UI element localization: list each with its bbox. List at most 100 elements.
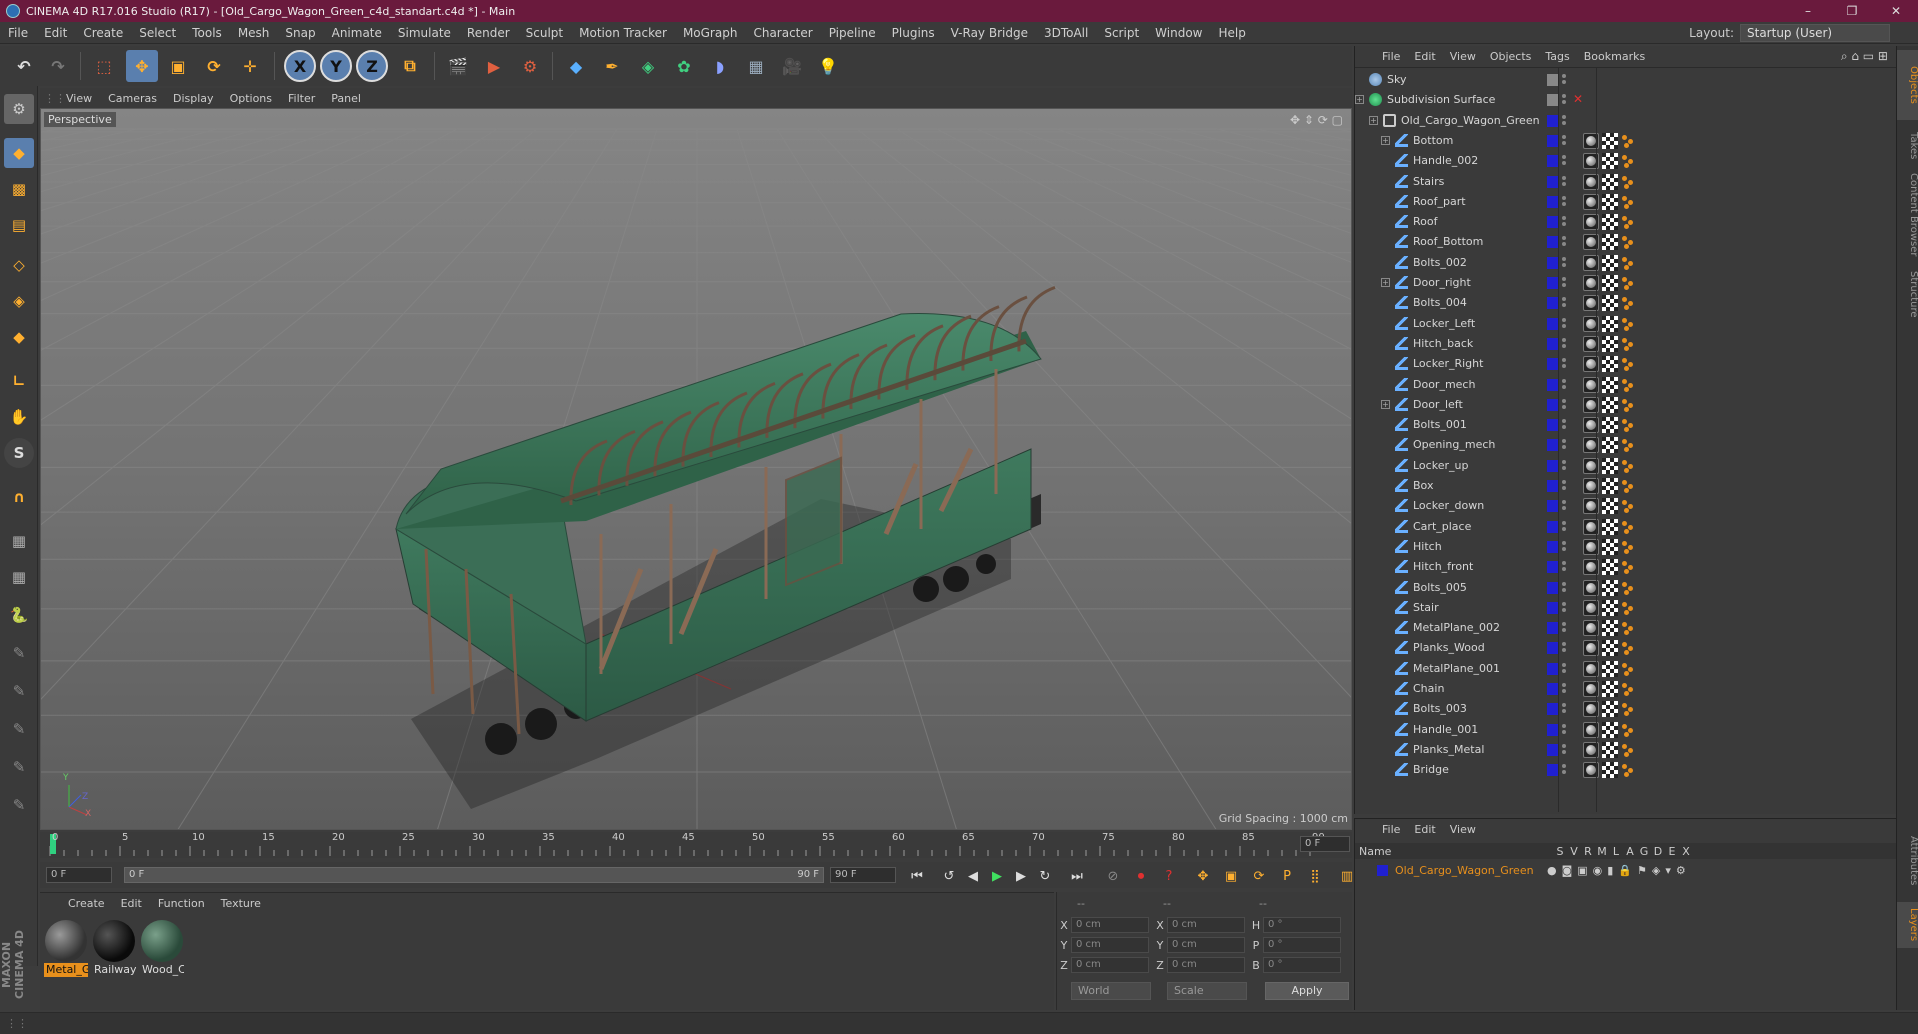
menu-snap[interactable]: Snap [277,26,323,40]
object-menu-edit[interactable]: Edit [1407,50,1442,63]
visibility-dots-icon[interactable] [1561,640,1567,656]
uvw-tag-icon[interactable] [1621,600,1635,616]
material-tag-icon[interactable] [1602,721,1618,738]
material-tag-icon[interactable] [1602,538,1618,555]
visibility-dots-icon[interactable] [1561,620,1567,636]
material-menu-create[interactable]: Create [60,897,113,910]
python-icon[interactable]: 🐍 [4,600,34,630]
floor-icon[interactable]: ▦ [740,50,772,82]
material-tag-icon[interactable] [1602,335,1618,352]
menu-v-ray-bridge[interactable]: V-Ray Bridge [943,26,1036,40]
object-row-metalplane-001[interactable]: MetalPlane_001 [1355,659,1897,679]
spline-pen-icon[interactable]: ✒ [596,50,628,82]
menu-render[interactable]: Render [459,26,518,40]
object-menu-tags[interactable]: Tags [1538,50,1576,63]
expand-toggle-icon[interactable]: + [1355,95,1364,105]
tab-content-browser[interactable]: Content Browser [1897,172,1918,258]
object-row-door-mech[interactable]: Door_mech [1355,375,1897,395]
object-row-stair[interactable]: Stair [1355,598,1897,618]
layer-column-v[interactable]: V [1567,845,1581,858]
workplane-mode-icon[interactable]: ▤ [4,210,34,240]
viewport-menu-filter[interactable]: Filter [280,92,323,105]
object-row-roof[interactable]: Roof [1355,212,1897,232]
visibility-dots-icon[interactable] [1561,762,1567,778]
visibility-dots-icon[interactable] [1561,742,1567,758]
visibility-dots-icon[interactable] [1561,336,1567,352]
uvw-tag-icon[interactable] [1621,559,1635,575]
visibility-dots-icon[interactable] [1561,498,1567,514]
material-tag-icon[interactable] [1602,214,1618,231]
tab-takes[interactable]: Takes [1897,126,1918,166]
object-row-bolts-004[interactable]: Bolts_004 [1355,293,1897,313]
visibility-dots-icon[interactable] [1561,722,1567,738]
material-tag-icon[interactable] [1602,620,1618,637]
object-row-roof-bottom[interactable]: Roof_Bottom [1355,232,1897,252]
perspective-viewport[interactable]: Y Z X ✥ ⇕ ⟳ ▢ [40,108,1352,830]
size-x-field[interactable]: 0 cm [1167,917,1245,933]
material-tag-icon[interactable] [1602,518,1618,535]
layer-menu-edit[interactable]: Edit [1407,823,1442,836]
visibility-dots-icon[interactable] [1561,92,1567,108]
visibility-dots-icon[interactable] [1561,234,1567,250]
render-picture-viewer-icon[interactable]: ▶ [478,50,510,82]
material-tag-icon[interactable] [1602,173,1618,190]
material-tag-icon[interactable] [1602,640,1618,657]
visibility-dots-icon[interactable] [1561,559,1567,575]
visibility-dots-icon[interactable] [1561,681,1567,697]
subdivision-surface-icon[interactable]: ◈ [632,50,664,82]
end-frame-field[interactable]: 90 F [830,867,896,883]
menu-select[interactable]: Select [131,26,184,40]
magnet-brush-icon[interactable]: ✎ [4,790,34,820]
layer-row[interactable]: Old_Cargo_Wagon_Green ●◙▣◉▮🔒⚑◈▾⚙ [1355,863,1897,879]
object-row-bridge[interactable]: Bridge [1355,760,1897,780]
uvw-tag-icon[interactable] [1621,356,1635,372]
visibility-dots-icon[interactable] [1561,174,1567,190]
object-row-hitch-front[interactable]: Hitch_front [1355,557,1897,577]
object-row-box[interactable]: Box [1355,476,1897,496]
object-menu-bookmarks[interactable]: Bookmarks [1577,50,1652,63]
material-wood[interactable]: Wood_C [140,919,184,977]
material-tag-icon[interactable] [1602,132,1618,149]
object-manager-nav-icons[interactable]: ⌕ ⌂ ▭ ⊞ [1841,49,1888,64]
object-row-handle-002[interactable]: Handle_002 [1355,151,1897,171]
frame-range-slider[interactable]: 0 F 90 F [124,867,824,883]
material-tag-icon[interactable] [1602,254,1618,271]
object-row-planks-wood[interactable]: Planks_Wood [1355,638,1897,658]
material-menu-edit[interactable]: Edit [113,897,150,910]
uvw-tag-icon[interactable] [1621,742,1635,758]
autokey-icon[interactable]: ? [1158,866,1180,886]
go-to-end-icon[interactable]: ⏭ [1066,866,1088,886]
material-tag-icon[interactable] [1602,437,1618,454]
viewport-menu-view[interactable]: View [58,92,100,105]
viewport-menu-cameras[interactable]: Cameras [100,92,165,105]
close-button[interactable]: ✕ [1874,0,1918,22]
paint-brush-icon[interactable]: ✎ [4,676,34,706]
uvw-tag-icon[interactable] [1621,255,1635,271]
object-row-bolts-002[interactable]: Bolts_002 [1355,253,1897,273]
menu-character[interactable]: Character [745,26,820,40]
material-tag-icon[interactable] [1602,295,1618,312]
render-view-icon[interactable]: 🎬 [442,50,474,82]
position-y-field[interactable]: 0 cm [1071,937,1149,953]
object-row-locker-right[interactable]: Locker_Right [1355,354,1897,374]
object-row-bottom[interactable]: + Bottom [1355,131,1897,151]
menu-tools[interactable]: Tools [184,26,230,40]
go-to-start-icon[interactable]: ⏮ [906,866,928,886]
deformer-icon[interactable]: ◗ [704,50,736,82]
visibility-dots-icon[interactable] [1561,580,1567,596]
disabled-x-icon[interactable]: ✕ [1573,92,1583,106]
menu-motion-tracker[interactable]: Motion Tracker [571,26,675,40]
material-tag-icon[interactable] [1602,193,1618,210]
visibility-dots-icon[interactable] [1561,397,1567,413]
uvw-tag-icon[interactable] [1621,661,1635,677]
object-row-door-right[interactable]: + Door_right [1355,273,1897,293]
visibility-dots-icon[interactable] [1561,133,1567,149]
object-row-bolts-001[interactable]: Bolts_001 [1355,415,1897,435]
expand-toggle-icon[interactable]: + [1381,399,1390,409]
viewport-menu-options[interactable]: Options [222,92,280,105]
object-row-opening-mech[interactable]: Opening_mech [1355,435,1897,455]
material-tag-icon[interactable] [1602,701,1618,718]
menu-animate[interactable]: Animate [324,26,390,40]
key-pla-icon[interactable]: ⣿ [1304,866,1326,886]
visibility-dots-icon[interactable] [1561,417,1567,433]
